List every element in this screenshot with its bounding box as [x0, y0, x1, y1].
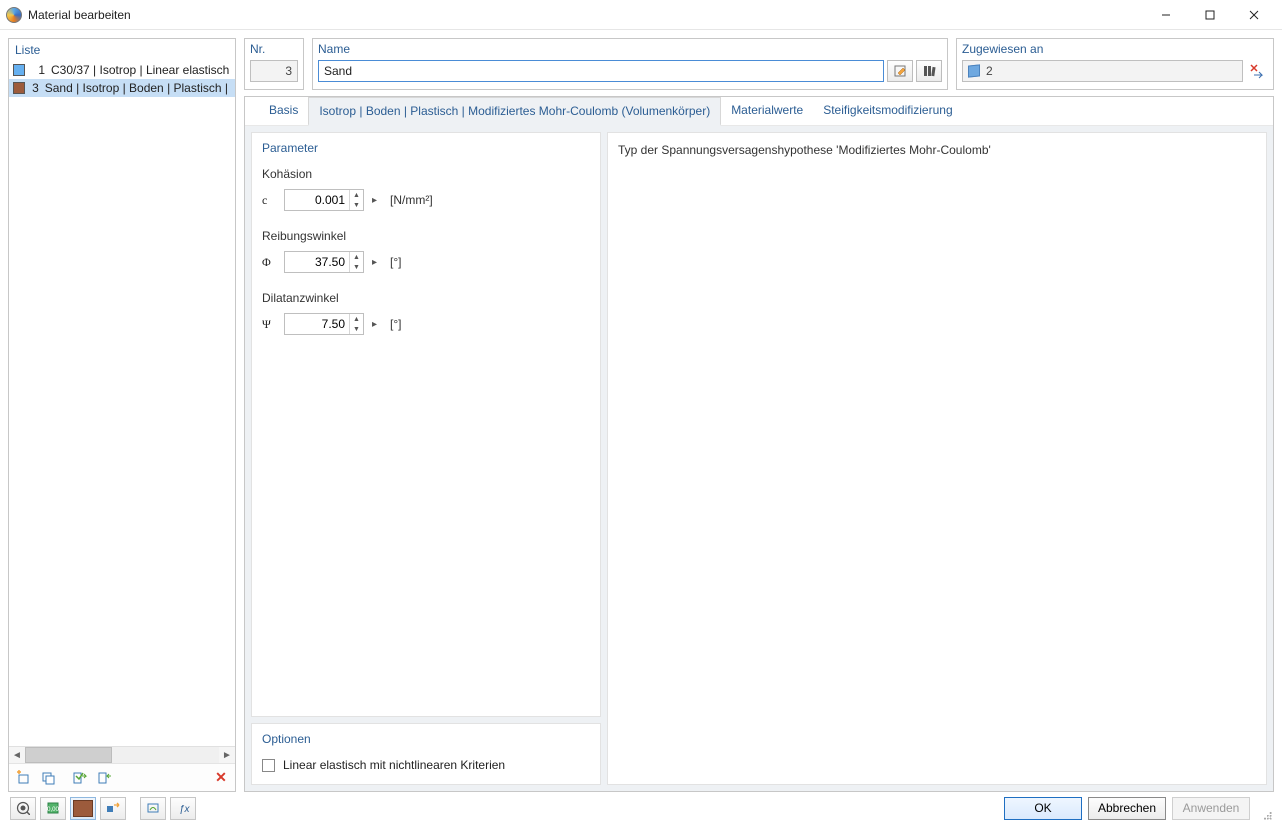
spin-down-icon[interactable]: ▼	[350, 200, 363, 210]
options-title: Optionen	[262, 732, 590, 746]
tab-strip: Basis Isotrop | Boden | Plastisch | Modi…	[245, 97, 1273, 126]
param-label: Kohäsion	[262, 167, 590, 181]
param-symbol: c	[262, 193, 276, 208]
options-group: Optionen Linear elastisch mit nichtlinea…	[251, 723, 601, 785]
parameter-title: Parameter	[262, 141, 590, 155]
solid-icon	[968, 64, 980, 77]
assigned-label: Zugewiesen an	[962, 42, 1268, 56]
number-label: Nr.	[250, 42, 298, 56]
linear-elastic-checkbox-row[interactable]: Linear elastisch mit nichtlinearen Krite…	[262, 758, 590, 772]
close-button[interactable]	[1232, 0, 1276, 29]
scroll-right-icon[interactable]: ►	[219, 750, 235, 761]
description-text: Typ der Spannungsversagenshypothese 'Mod…	[618, 143, 991, 157]
checkbox-label: Linear elastisch mit nichtlinearen Krite…	[283, 758, 505, 772]
param-symbol: Φ	[262, 255, 276, 270]
list-toolbar: ✕	[9, 763, 235, 791]
tabs-panel: Basis Isotrop | Boden | Plastisch | Modi…	[244, 96, 1274, 792]
edit-name-button[interactable]	[887, 60, 913, 82]
param-symbol: Ψ	[262, 317, 276, 332]
checkbox-icon[interactable]	[262, 759, 275, 772]
apply-button: Anwenden	[1172, 797, 1250, 820]
window-title: Material bearbeiten	[28, 8, 131, 22]
spin-up-icon[interactable]: ▲	[350, 314, 363, 324]
exclude-button[interactable]	[94, 767, 116, 789]
material-list[interactable]: 1 C30/37 | Isotrop | Linear elastisch 3 …	[9, 61, 235, 746]
app-icon	[6, 7, 22, 23]
picker-icon[interactable]: ▸	[372, 195, 382, 206]
list-item[interactable]: 1 C30/37 | Isotrop | Linear elastisch	[9, 61, 235, 79]
preview-button[interactable]	[140, 797, 166, 820]
description-panel: Typ der Spannungsversagenshypothese 'Mod…	[607, 132, 1267, 785]
clear-assignment-button[interactable]	[1246, 60, 1268, 82]
spin-down-icon[interactable]: ▼	[350, 324, 363, 334]
friction-input[interactable]: ▲▼	[284, 251, 364, 273]
title-bar: Material bearbeiten	[0, 0, 1282, 30]
spin-up-icon[interactable]: ▲	[350, 190, 363, 200]
cohesion-value[interactable]	[285, 190, 349, 210]
function-button[interactable]: ƒx	[170, 797, 196, 820]
scrollbar-thumb[interactable]	[25, 747, 112, 763]
color-swatch-icon	[73, 800, 93, 817]
color-swatch-icon	[13, 82, 25, 94]
cancel-button[interactable]: Abbrechen	[1088, 797, 1166, 820]
minimize-button[interactable]	[1144, 0, 1188, 29]
delete-item-button[interactable]: ✕	[210, 767, 232, 789]
param-dilatancy: Dilatanzwinkel Ψ ▲▼ ▸ [°]	[262, 291, 590, 335]
param-unit: [N/mm²]	[390, 193, 433, 207]
include-button[interactable]	[69, 767, 91, 789]
param-unit: [°]	[390, 317, 401, 331]
assigned-field-group: Zugewiesen an 2	[956, 38, 1274, 90]
picker-icon[interactable]: ▸	[372, 319, 382, 330]
list-item-label: C30/37 | Isotrop | Linear elastisch	[51, 63, 229, 77]
material-list-panel: Liste 1 C30/37 | Isotrop | Linear elasti…	[8, 38, 236, 792]
spin-up-icon[interactable]: ▲	[350, 252, 363, 262]
list-item[interactable]: 3 Sand | Isotrop | Boden | Plastisch | M…	[9, 79, 235, 97]
spin-down-icon[interactable]: ▼	[350, 262, 363, 272]
resize-grip[interactable]	[1258, 806, 1272, 820]
number-field-group: Nr.	[244, 38, 304, 90]
new-item-button[interactable]	[12, 767, 34, 789]
help-button[interactable]	[10, 797, 36, 820]
name-label: Name	[318, 42, 942, 56]
list-header: Liste	[9, 39, 235, 61]
param-cohesion: Kohäsion c ▲▼ ▸ [N/mm²]	[262, 167, 590, 211]
assigned-display: 2	[962, 60, 1243, 82]
horizontal-scrollbar[interactable]: ◄ ►	[9, 746, 235, 763]
tab-mohr-coulomb[interactable]: Isotrop | Boden | Plastisch | Modifizier…	[308, 97, 721, 126]
cohesion-input[interactable]: ▲▼	[284, 189, 364, 211]
assigned-value: 2	[986, 64, 993, 78]
list-item-index: 3	[31, 81, 39, 95]
dilatancy-value[interactable]	[285, 314, 349, 334]
param-unit: [°]	[390, 255, 401, 269]
tab-basis[interactable]: Basis	[259, 97, 308, 125]
param-friction: Reibungswinkel Φ ▲▼ ▸ [°]	[262, 229, 590, 273]
tab-material-values[interactable]: Materialwerte	[721, 97, 813, 125]
param-label: Dilatanzwinkel	[262, 291, 590, 305]
scroll-left-icon[interactable]: ◄	[9, 750, 25, 761]
picker-icon[interactable]: ▸	[372, 257, 382, 268]
svg-text:ƒx: ƒx	[179, 804, 190, 815]
list-item-label: Sand | Isotrop | Boden | Plastisch | Mod…	[45, 81, 231, 95]
tab-stiffness-mod[interactable]: Steifigkeitsmodifizierung	[813, 97, 962, 125]
color-button[interactable]	[70, 797, 96, 820]
svg-text:0,00: 0,00	[47, 807, 59, 813]
name-input[interactable]	[318, 60, 884, 82]
assign-button[interactable]	[100, 797, 126, 820]
param-label: Reibungswinkel	[262, 229, 590, 243]
copy-item-button[interactable]	[37, 767, 59, 789]
maximize-button[interactable]	[1188, 0, 1232, 29]
library-button[interactable]	[916, 60, 942, 82]
bottom-toolbar: 0,00 ƒx OK Abbrechen Anwenden	[8, 792, 1274, 824]
name-field-group: Name	[312, 38, 948, 90]
dilatancy-input[interactable]: ▲▼	[284, 313, 364, 335]
parameter-group: Parameter Kohäsion c ▲▼ ▸	[251, 132, 601, 717]
number-input	[250, 60, 298, 82]
ok-button[interactable]: OK	[1004, 797, 1082, 820]
units-button[interactable]: 0,00	[40, 797, 66, 820]
list-item-index: 1	[31, 63, 45, 77]
friction-value[interactable]	[285, 252, 349, 272]
color-swatch-icon	[13, 64, 25, 76]
